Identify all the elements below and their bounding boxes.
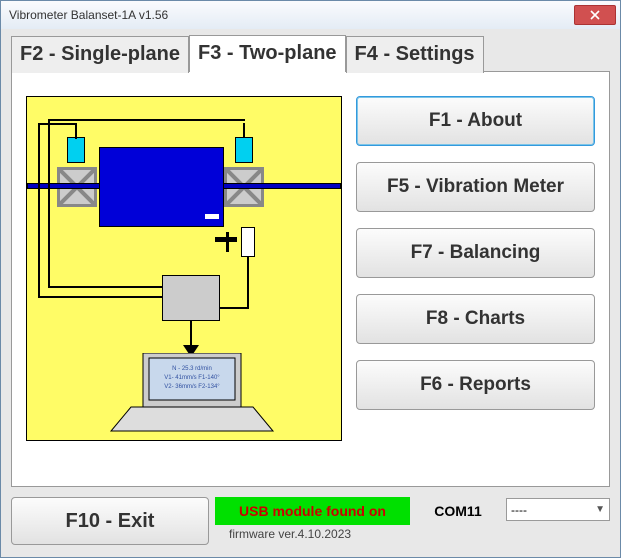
trial-weight-icon (205, 214, 219, 219)
com-port-label: COM11 (418, 497, 498, 525)
titlebar: Vibrometer Balanset-1A v1.56 (1, 1, 620, 30)
vibmeter-button[interactable]: F5 - Vibration Meter (356, 162, 595, 212)
bottom-bar: F10 - Exit USB module found on COM11 ---… (11, 497, 610, 545)
sensor-1-icon (67, 137, 85, 163)
rotor-diagram: N - 25.3 rd/min V1- 41mm/s F1-140° V2- 3… (26, 96, 342, 441)
tachometer-icon (241, 227, 255, 257)
tab-settings[interactable]: F4 - Settings (346, 36, 484, 73)
close-icon (590, 10, 600, 20)
tab-panel: N - 25.3 rd/min V1- 41mm/s F1-140° V2- 3… (11, 71, 610, 487)
wire (220, 307, 249, 309)
svg-text:V2- 36mm/s F2-134°: V2- 36mm/s F2-134° (164, 384, 220, 390)
balancing-button[interactable]: F7 - Balancing (356, 228, 595, 278)
firmware-label: firmware ver.4.10.2023 (215, 527, 610, 541)
wire (48, 119, 50, 286)
side-buttons: F1 - About F5 - Vibration Meter F7 - Bal… (356, 96, 595, 472)
wire (38, 123, 40, 296)
wire (38, 296, 162, 298)
usb-status: USB module found on (215, 497, 410, 525)
combo-value: ---- (511, 503, 595, 517)
wire (48, 286, 162, 288)
window-title: Vibrometer Balanset-1A v1.56 (9, 8, 574, 22)
tabstrip: F2 - Single-plane F3 - Two-plane F4 - Se… (11, 35, 484, 72)
reports-button[interactable]: F6 - Reports (356, 360, 595, 410)
client-area: F2 - Single-plane F3 - Two-plane F4 - Se… (1, 29, 620, 557)
laptop-icon: N - 25.3 rd/min V1- 41mm/s F1-140° V2- 3… (107, 353, 277, 433)
exit-button[interactable]: F10 - Exit (11, 497, 209, 545)
wire (243, 123, 245, 137)
svg-text:V1- 41mm/s F1-140°: V1- 41mm/s F1-140° (164, 375, 220, 381)
tach-shaft-icon (226, 232, 229, 252)
chevron-down-icon: ▼ (595, 504, 605, 515)
charts-button[interactable]: F8 - Charts (356, 294, 595, 344)
panel-inner: N - 25.3 rd/min V1- 41mm/s F1-140° V2- 3… (26, 96, 595, 472)
tab-single-plane[interactable]: F2 - Single-plane (11, 36, 189, 73)
about-button[interactable]: F1 - About (356, 96, 595, 146)
processor-box-icon (162, 275, 220, 321)
sensor-2-icon (235, 137, 253, 163)
port-combobox[interactable]: ---- ▼ (506, 498, 610, 521)
tab-two-plane[interactable]: F3 - Two-plane (189, 35, 346, 72)
wire (38, 123, 76, 125)
wire (75, 123, 77, 137)
wire (247, 257, 249, 307)
wire (48, 119, 245, 121)
status-area: USB module found on COM11 ---- ▼ firmwar… (215, 497, 610, 545)
app-window: Vibrometer Balanset-1A v1.56 F2 - Single… (0, 0, 621, 558)
svg-text:N - 25.3 rd/min: N - 25.3 rd/min (172, 366, 212, 372)
close-button[interactable] (574, 5, 616, 25)
